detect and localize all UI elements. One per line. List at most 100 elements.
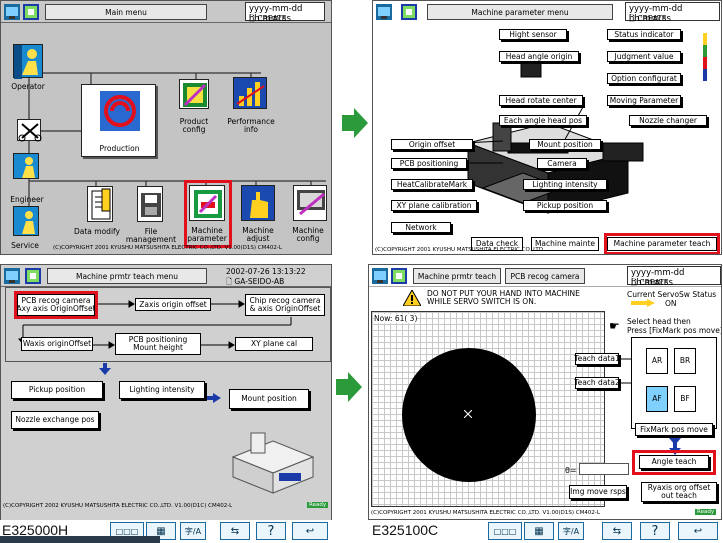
machine-adjust-icon[interactable]	[241, 185, 275, 221]
each-angle-head-pos-button[interactable]: Each angle head pos	[499, 115, 587, 126]
engineer-label: Engineer	[10, 195, 44, 204]
option-configurations-button[interactable]: Option configurat	[607, 73, 681, 84]
language-button[interactable]: 字/A	[558, 522, 584, 540]
ready-status: Ready	[695, 509, 717, 515]
screen-icon[interactable]	[25, 268, 41, 284]
hight-sensor-button[interactable]: Hight sensor	[499, 29, 567, 40]
machine-icon[interactable]	[4, 4, 20, 20]
date-box: yyyy-mm-dd hh:mm:ss 🗋 CREATE	[627, 266, 721, 288]
head-bf-button[interactable]: BF	[674, 386, 696, 412]
judgment-value-button[interactable]: Judgment value	[607, 51, 681, 62]
create-label: 🗋 CREATE	[631, 278, 669, 287]
pcb-positioning-mount-height-button[interactable]: PCB positioning Mount height	[115, 333, 201, 355]
machine-icon[interactable]	[372, 268, 388, 284]
pcb-recog-camera-teach-screen: Machine prmtr teach PCB recog camera yyy…	[368, 264, 722, 520]
network-button[interactable]: Network	[391, 222, 451, 233]
title-bar: Machine prmtr teach menu 2002-07-26 13:1…	[1, 265, 331, 287]
waxis-origin-offset-button[interactable]: Waxis originOffset	[21, 337, 93, 351]
lighting-intensity-button[interactable]: Lighting intensity	[119, 381, 205, 399]
head-selector: AR BR AF BF	[631, 337, 717, 429]
language-button[interactable]: 字/A	[180, 522, 206, 540]
machine-picture	[231, 432, 315, 494]
zaxis-origin-offset-button[interactable]: Zaxis origin offset	[135, 298, 211, 311]
return-button[interactable]: ↩	[292, 522, 328, 540]
head-rotate-center-button[interactable]: Head rotate center	[499, 95, 583, 106]
selection-highlight	[184, 180, 232, 248]
switch-button[interactable]: ⇆	[220, 522, 250, 540]
production-icon	[100, 91, 140, 131]
machine-config-label: Machine config	[292, 226, 324, 243]
screen-icon[interactable]	[391, 268, 407, 284]
machine-config-icon[interactable]	[293, 185, 327, 221]
xy-plane-cal-button[interactable]: XY plane cal	[235, 337, 313, 351]
help-button[interactable]: ?	[256, 522, 286, 540]
help-button[interactable]: ?	[640, 522, 670, 540]
screen-icon[interactable]	[401, 4, 417, 20]
selection-highlight	[14, 291, 98, 319]
pickup-position-button[interactable]: Pickup position	[523, 200, 607, 211]
nozzle-changer-button[interactable]: Nozzle changer	[629, 115, 707, 126]
copyright-text: (C)COPYRIGHT 2002 KYUSHU MATSUSHITA ELEC…	[3, 503, 233, 509]
teach-menu-screen: Machine prmtr teach menu 2002-07-26 13:1…	[0, 264, 332, 530]
grid-button[interactable]: ▦	[524, 522, 554, 540]
heat-calibrate-mark-button[interactable]: HeatCalibrateMark	[391, 179, 473, 190]
origin-offset-button[interactable]: Origin offset	[391, 139, 473, 150]
axis-org-offset-button[interactable]: Ryaxis org offset out teach	[641, 482, 717, 502]
product-config-label: Product config	[179, 117, 209, 134]
down-arrow-icon	[99, 363, 111, 375]
switch-button[interactable]: ⇆	[602, 522, 632, 540]
menu-tree-lines	[28, 72, 326, 223]
screen-icon[interactable]	[23, 4, 39, 20]
pcb-positioning-button[interactable]: PCB positioning	[391, 158, 467, 169]
copyright-text: (C)COPYRIGHT 2001 KYUSHU MATSUSHITA ELEC…	[371, 510, 600, 516]
img-move-rsps-button[interactable]: Img move rsps	[569, 485, 627, 499]
production-button[interactable]: Production	[81, 84, 156, 157]
operator-icon[interactable]	[13, 44, 43, 79]
status-indicator-button[interactable]: Status indicator	[607, 29, 681, 40]
product-config-icon[interactable]	[179, 79, 209, 109]
head-ar-button[interactable]: AR	[646, 348, 668, 374]
fixmark-pos-move-button[interactable]: FixMark pos move	[635, 423, 713, 436]
scissors-icon[interactable]	[17, 119, 42, 142]
moving-parameter-button[interactable]: Moving Parameter	[607, 95, 681, 106]
xy-plane-calibration-button[interactable]: XY plane calibration	[391, 200, 477, 211]
title-bar: Machine prmtr teach PCB recog camera yyy…	[369, 265, 721, 288]
data-modify-icon[interactable]	[87, 186, 113, 222]
operator-label: Operator	[11, 82, 45, 91]
next-arrow	[336, 372, 362, 402]
theta-input[interactable]	[579, 463, 629, 475]
service-icon[interactable]	[13, 206, 39, 236]
title-bar: Main menu yyyy-mm-dd hh:mm:ss 🗋 CREATE	[1, 1, 331, 24]
mount-position-button[interactable]: Mount position	[229, 389, 309, 409]
head-angle-origin-button[interactable]: Head angle origin	[499, 51, 579, 62]
head-af-button[interactable]: AF	[646, 386, 668, 412]
performance-info-icon[interactable]	[233, 77, 267, 109]
selection-highlight	[632, 450, 716, 475]
selection-highlight	[604, 233, 720, 254]
mount-position-button[interactable]: Mount position	[529, 139, 601, 150]
engineer-icon[interactable]	[13, 153, 39, 179]
camera-button[interactable]: Camera	[537, 158, 587, 169]
tab-machine-prmtr-teach[interactable]: Machine prmtr teach	[413, 268, 501, 284]
pickup-position-button[interactable]: Pickup position	[11, 381, 103, 399]
page-title: Main menu	[45, 4, 207, 20]
datetime: 2002-07-26 13:13:22	[226, 267, 306, 276]
lighting-intensity-button[interactable]: Lighting intensity	[523, 179, 607, 190]
nozzle-exchange-pos-button[interactable]: Nozzle exchange pos	[11, 411, 99, 429]
chip-recog-camera-button[interactable]: Chip recog camera & axis OriginOffset	[245, 294, 325, 316]
return-button[interactable]: ↩	[678, 522, 718, 540]
camera-view: Now: 61( 3)	[371, 311, 605, 507]
file-management-icon[interactable]	[137, 186, 163, 222]
machine-icon[interactable]	[4, 268, 20, 284]
service-label: Service	[11, 241, 39, 250]
teach-data1-button[interactable]: Teach data1	[574, 353, 620, 365]
head-br-button[interactable]: BR	[674, 348, 696, 374]
performance-info-label: Performance info	[227, 117, 275, 134]
layout-button[interactable]: □□□	[488, 522, 522, 540]
tab-pcb-recog-camera[interactable]: PCB recog camera	[505, 268, 585, 284]
main-menu-screen: Main menu yyyy-mm-dd hh:mm:ss 🗋 CREATE O…	[0, 0, 332, 255]
machine-icon[interactable]	[376, 4, 392, 20]
teach-data2-button[interactable]: Teach data2	[574, 377, 620, 389]
screen-code: E325100C	[372, 522, 439, 538]
copyright-text: (C)COPYRIGHT 2001 KYUSHU MATSUSHITA ELEC…	[375, 247, 545, 253]
